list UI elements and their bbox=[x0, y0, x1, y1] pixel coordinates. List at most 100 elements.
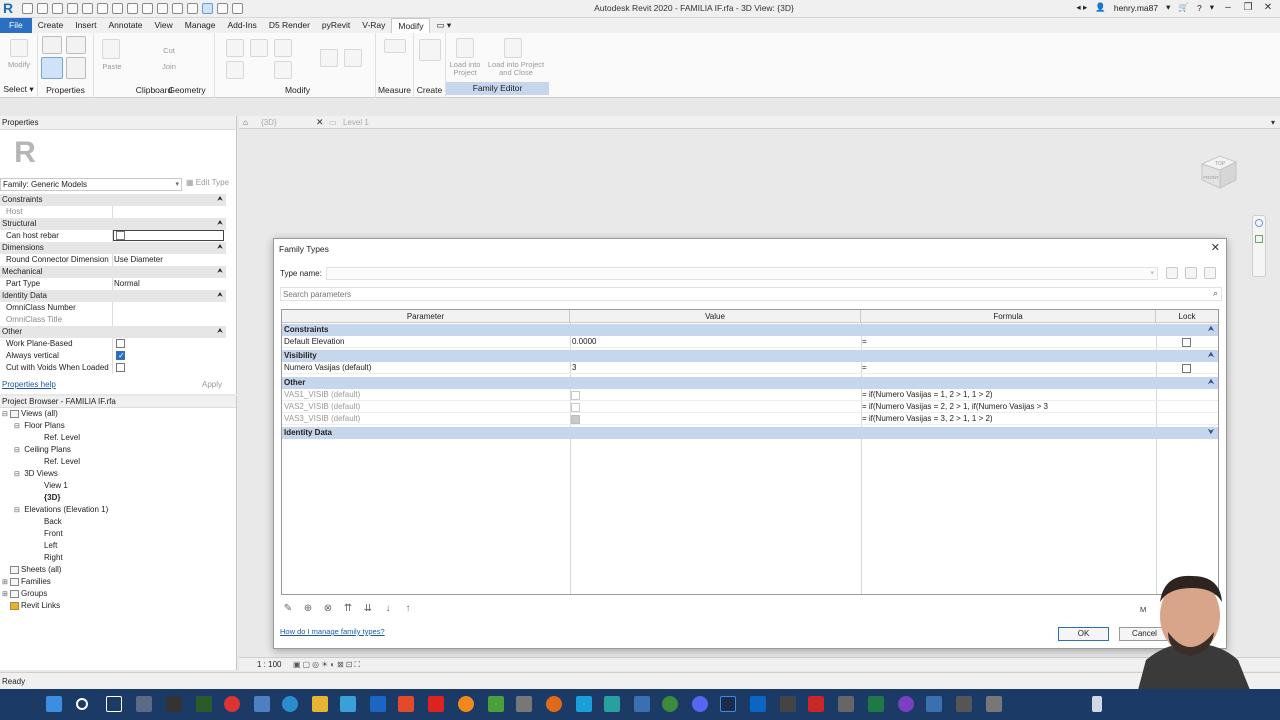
user-name[interactable]: henry.ma87 bbox=[1114, 3, 1158, 13]
tag-icon[interactable] bbox=[142, 3, 153, 14]
file-explorer-icon[interactable] bbox=[312, 696, 328, 712]
photoshop-icon[interactable] bbox=[720, 696, 736, 712]
modify-cursor-icon[interactable] bbox=[10, 39, 28, 57]
cart-icon[interactable]: 🛒 bbox=[1178, 2, 1189, 13]
tabs-menu-icon[interactable]: ▾ bbox=[1271, 116, 1275, 129]
new-type-icon[interactable] bbox=[1166, 267, 1178, 279]
help-icon[interactable]: ? bbox=[1197, 3, 1202, 13]
taskbar-app-icon[interactable] bbox=[516, 696, 532, 712]
print-icon[interactable] bbox=[97, 3, 108, 14]
taskbar-app-icon[interactable] bbox=[166, 696, 182, 712]
revit-logo-icon[interactable]: R bbox=[3, 1, 17, 16]
thin-lines-icon[interactable] bbox=[202, 3, 213, 14]
category-mechanical[interactable]: Mechanical ⮝ bbox=[0, 266, 226, 278]
tree-back[interactable]: Back bbox=[44, 516, 62, 528]
column-lock[interactable]: Lock bbox=[1156, 310, 1218, 323]
search-parameters[interactable]: ⌕ bbox=[280, 287, 1222, 301]
redo-icon[interactable] bbox=[82, 3, 93, 14]
category-constraints[interactable]: Constraints ⮝ bbox=[0, 194, 226, 206]
close-window-button[interactable]: ✕ bbox=[1262, 2, 1274, 13]
param-formula-editing[interactable]: = if(Numero Vasijas = 2, 2 > 1, if(Numer… bbox=[862, 401, 1048, 413]
chevron-down-icon[interactable]: ▾ bbox=[1166, 2, 1170, 13]
collapse-icon[interactable]: ⮝ bbox=[217, 242, 223, 254]
category-dimensions[interactable]: Dimensions ⮝ bbox=[0, 242, 226, 254]
tree-view-1[interactable]: View 1 bbox=[44, 480, 68, 492]
tree-left[interactable]: Left bbox=[44, 540, 57, 552]
column-value[interactable]: Value bbox=[570, 310, 861, 323]
edit-parameter-icon[interactable]: ✎ bbox=[282, 603, 294, 615]
apply-button[interactable]: Apply bbox=[202, 378, 222, 392]
always-vertical-checkbox[interactable] bbox=[116, 350, 125, 362]
taskbar-app-icon[interactable] bbox=[428, 696, 444, 712]
ok-button[interactable]: OK bbox=[1058, 627, 1109, 641]
tree-revit-links[interactable]: Revit Links bbox=[2, 600, 60, 612]
collapse-icon[interactable]: ⊟ bbox=[14, 505, 22, 517]
group-visibility[interactable]: Visibility ⮝ bbox=[282, 350, 1218, 362]
can-host-rebar-checkbox[interactable] bbox=[116, 231, 125, 241]
column-formula[interactable]: Formula bbox=[861, 310, 1156, 323]
mirror-icon[interactable] bbox=[274, 39, 292, 57]
category-identity-data[interactable]: Identity Data ⮝ bbox=[0, 290, 226, 302]
windows-start-icon[interactable] bbox=[46, 696, 62, 712]
work-plane-checkbox[interactable] bbox=[116, 339, 125, 349]
collapse-icon[interactable]: ⮝ bbox=[1208, 377, 1214, 389]
taskbar-app-icon[interactable] bbox=[340, 696, 356, 712]
collapse-icon[interactable]: ⮝ bbox=[1208, 350, 1214, 362]
view-scale[interactable]: 1 : 100 bbox=[257, 658, 281, 671]
load-into-project-label[interactable]: Load into Project bbox=[446, 61, 484, 77]
undo-icon[interactable] bbox=[67, 3, 78, 14]
tree-front[interactable]: Front bbox=[44, 528, 63, 540]
collapse-icon[interactable]: ⊟ bbox=[14, 445, 22, 457]
firefox-icon[interactable] bbox=[458, 696, 474, 712]
sort-ascending-icon[interactable]: ↓ bbox=[382, 603, 394, 615]
microphone-icon[interactable] bbox=[1092, 696, 1102, 712]
brave-icon[interactable] bbox=[398, 696, 414, 712]
chrome-icon[interactable] bbox=[224, 696, 240, 712]
tab-view[interactable]: View bbox=[149, 18, 179, 33]
collapse-icon[interactable]: ⊟ bbox=[14, 469, 22, 481]
restore-button[interactable]: ❐ bbox=[1242, 2, 1254, 13]
search-input[interactable] bbox=[281, 288, 1181, 300]
delete-parameter-icon[interactable]: ⊗ bbox=[322, 603, 334, 615]
param-formula[interactable]: = if(Numero Vasijas = 1, 2 > 1, 1 > 2) bbox=[862, 389, 993, 401]
param-value-checkbox[interactable] bbox=[571, 415, 580, 425]
move-up-icon[interactable]: ⇈ bbox=[342, 603, 354, 615]
trim-icon[interactable] bbox=[320, 49, 338, 67]
help-link[interactable]: How do I manage family types? bbox=[280, 627, 385, 636]
properties-help-link[interactable]: Properties help bbox=[0, 380, 56, 389]
measure-icon[interactable] bbox=[384, 39, 406, 53]
view-tab-3d[interactable]: ⌂ {3D} ✕ bbox=[243, 116, 327, 129]
tab-add-ins[interactable]: Add-Ins bbox=[222, 18, 263, 33]
taskbar-app-icon[interactable] bbox=[750, 696, 766, 712]
outlook-icon[interactable] bbox=[370, 696, 386, 712]
taskbar-app-icon[interactable] bbox=[196, 696, 212, 712]
param-value[interactable]: 0.0000 bbox=[572, 336, 596, 348]
user-icon[interactable]: 👤 bbox=[1095, 2, 1106, 13]
lock-checkbox[interactable] bbox=[1181, 364, 1191, 374]
switch-windows-icon[interactable] bbox=[232, 3, 243, 14]
chevron-down-icon[interactable]: ▾ bbox=[1210, 2, 1214, 13]
view-tab-level-1[interactable]: ▭ Level 1 bbox=[329, 116, 409, 129]
category-structural[interactable]: Structural ⮝ bbox=[0, 218, 226, 230]
param-value-checkbox[interactable] bbox=[571, 391, 580, 401]
zoom-icon[interactable] bbox=[1255, 235, 1263, 243]
param-formula[interactable]: = bbox=[862, 362, 867, 374]
tab-pyrevit[interactable]: pyRevit bbox=[316, 18, 356, 33]
taskbar-app-icon[interactable] bbox=[136, 696, 152, 712]
view-cube[interactable]: TOP FRONT bbox=[1198, 150, 1240, 192]
tab-annotate[interactable]: Annotate bbox=[102, 18, 148, 33]
back-forward-icon[interactable]: ◂ ▸ bbox=[1076, 2, 1087, 13]
excel-icon[interactable] bbox=[868, 696, 884, 712]
save-icon[interactable] bbox=[37, 3, 48, 14]
navigation-bar[interactable] bbox=[1252, 215, 1266, 277]
family-selector[interactable]: Family: Generic Models ▾ bbox=[0, 178, 182, 191]
family-category-icon[interactable] bbox=[42, 36, 62, 54]
close-tab-icon[interactable]: ✕ bbox=[316, 116, 324, 129]
properties-icon[interactable] bbox=[41, 57, 63, 79]
column-parameter[interactable]: Parameter bbox=[282, 310, 570, 323]
steam-icon[interactable] bbox=[576, 696, 592, 712]
steering-wheel-icon[interactable] bbox=[1255, 219, 1263, 227]
collapse-icon[interactable]: ⮝ bbox=[1208, 324, 1214, 336]
taskbar-app-icon[interactable] bbox=[254, 696, 270, 712]
taskbar-app-icon[interactable] bbox=[488, 696, 504, 712]
